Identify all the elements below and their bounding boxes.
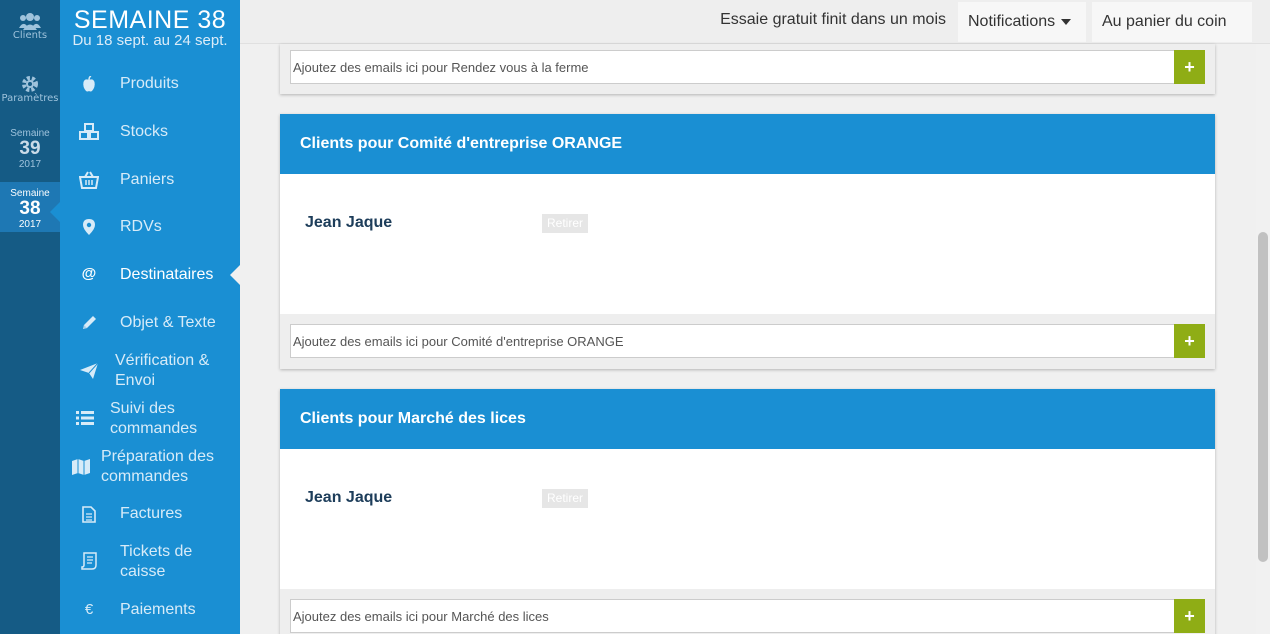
- left-rail: Clients Paramètres Semaine 39 2017 Semai…: [0, 0, 60, 634]
- sidebar-item-paniers[interactable]: Paniers: [60, 170, 240, 190]
- week-39-button[interactable]: Semaine 39 2017: [0, 128, 60, 172]
- recipients-card: +: [280, 44, 1215, 94]
- sidebar-item-preparation-commandes[interactable]: Préparation des commandes: [60, 447, 240, 487]
- gear-icon: [22, 76, 38, 92]
- top-bar: Essaie gratuit finit dans un mois Notifi…: [240, 0, 1270, 65]
- euro-icon: €: [84, 601, 94, 618]
- sidebar-item-label: Vérification & Envoi: [115, 352, 210, 389]
- client-list: Jean Jaque Retirer: [280, 174, 1215, 314]
- sidebar-item-objet-texte[interactable]: Objet & Texte: [60, 313, 240, 333]
- week-title: SEMAINE 38: [73, 6, 227, 34]
- card-title: Clients pour Marché des lices: [280, 389, 1215, 449]
- add-email-button[interactable]: +: [1174, 324, 1205, 358]
- client-name: Jean Jaque: [305, 489, 393, 506]
- apple-icon: [78, 75, 100, 97]
- notifications-dropdown[interactable]: Notifications: [958, 2, 1086, 42]
- active-week-pointer: [50, 202, 60, 222]
- list-icon: [74, 411, 96, 430]
- sidebar-item-suivi-commandes[interactable]: Suivi des commandes: [60, 399, 240, 439]
- caret-down-icon: [1061, 18, 1072, 25]
- settings-rail-button[interactable]: Paramètres: [0, 75, 60, 111]
- sidebar-item-label: Objet & Texte: [120, 314, 216, 331]
- email-input[interactable]: [290, 50, 1175, 84]
- notifications-label: Notifications: [968, 13, 1056, 30]
- add-email-button[interactable]: +: [1174, 50, 1205, 84]
- card-title: Clients pour Comité d'entreprise ORANGE: [280, 114, 1215, 174]
- file-text-icon: [78, 506, 100, 528]
- settings-rail-label: Paramètres: [1, 93, 59, 104]
- shop-dropdown[interactable]: Au panier du coin: [1092, 2, 1252, 65]
- sidebar-item-label: Paniers: [120, 171, 175, 188]
- basket-icon: [78, 171, 100, 194]
- sidebar-item-label: Paiements: [120, 601, 196, 618]
- sidebar-item-label: Stocks: [120, 123, 169, 140]
- pencil-icon: [78, 315, 100, 336]
- email-input[interactable]: [290, 324, 1175, 358]
- sidebar-item-destinataires[interactable]: @ Destinataires: [60, 265, 240, 285]
- map-icon: [70, 459, 92, 480]
- scrollbar-thumb[interactable]: [1258, 232, 1268, 562]
- remove-client-button[interactable]: Retirer: [542, 489, 588, 508]
- client-list: Jean Jaque Retirer: [280, 449, 1215, 589]
- sidebar-item-label: RDVs: [120, 218, 162, 235]
- sidebar-item-paiements[interactable]: € Paiements: [60, 600, 240, 620]
- sidebar: SEMAINE 38 Du 18 sept. au 24 sept. Produ…: [60, 0, 240, 634]
- clients-rail-label: Clients: [12, 30, 48, 41]
- week-range: Du 18 sept. au 24 sept.: [72, 32, 228, 49]
- week-year: 2017: [18, 159, 42, 170]
- receipt-icon: [78, 552, 100, 575]
- add-email-button[interactable]: +: [1174, 599, 1205, 633]
- sidebar-item-verification-envoi[interactable]: Vérification & Envoi: [60, 351, 240, 391]
- sidebar-item-factures[interactable]: Factures: [60, 504, 240, 524]
- recipients-card: Clients pour Comité d'entreprise ORANGE …: [280, 114, 1215, 369]
- sidebar-item-label: Tickets de caisse: [120, 543, 193, 580]
- remove-client-button[interactable]: Retirer: [542, 214, 588, 233]
- sidebar-item-label: Destinataires: [120, 266, 214, 283]
- client-name: Jean Jaque: [305, 214, 393, 231]
- trial-notice: Essaie gratuit finit dans un mois: [720, 11, 946, 28]
- sidebar-item-label: Produits: [120, 75, 179, 92]
- sidebar-item-label: Préparation des commandes: [101, 448, 214, 485]
- sidebar-item-produits[interactable]: Produits: [60, 74, 240, 94]
- sidebar-item-tickets-caisse[interactable]: Tickets de caisse: [60, 542, 240, 582]
- cubes-icon: [78, 123, 100, 146]
- active-item-pointer: [230, 265, 240, 285]
- email-input[interactable]: [290, 599, 1175, 633]
- email-add-row: +: [280, 314, 1215, 369]
- recipients-card: Clients pour Marché des lices Jean Jaque…: [280, 389, 1215, 634]
- map-marker-icon: [78, 219, 100, 240]
- users-icon: [19, 13, 41, 30]
- paper-plane-icon: [78, 362, 100, 384]
- email-add-row: +: [280, 44, 1215, 94]
- clients-rail-button[interactable]: Clients: [0, 12, 60, 48]
- sidebar-item-label: Suivi des commandes: [110, 400, 198, 437]
- week-number: 39: [19, 138, 41, 159]
- email-add-row: +: [280, 589, 1215, 634]
- sidebar-item-rdvs[interactable]: RDVs: [60, 217, 240, 237]
- sidebar-item-stocks[interactable]: Stocks: [60, 122, 240, 142]
- shop-label: Au panier du coin: [1102, 13, 1227, 30]
- at-icon: @: [81, 265, 97, 282]
- sidebar-item-label: Factures: [120, 505, 183, 522]
